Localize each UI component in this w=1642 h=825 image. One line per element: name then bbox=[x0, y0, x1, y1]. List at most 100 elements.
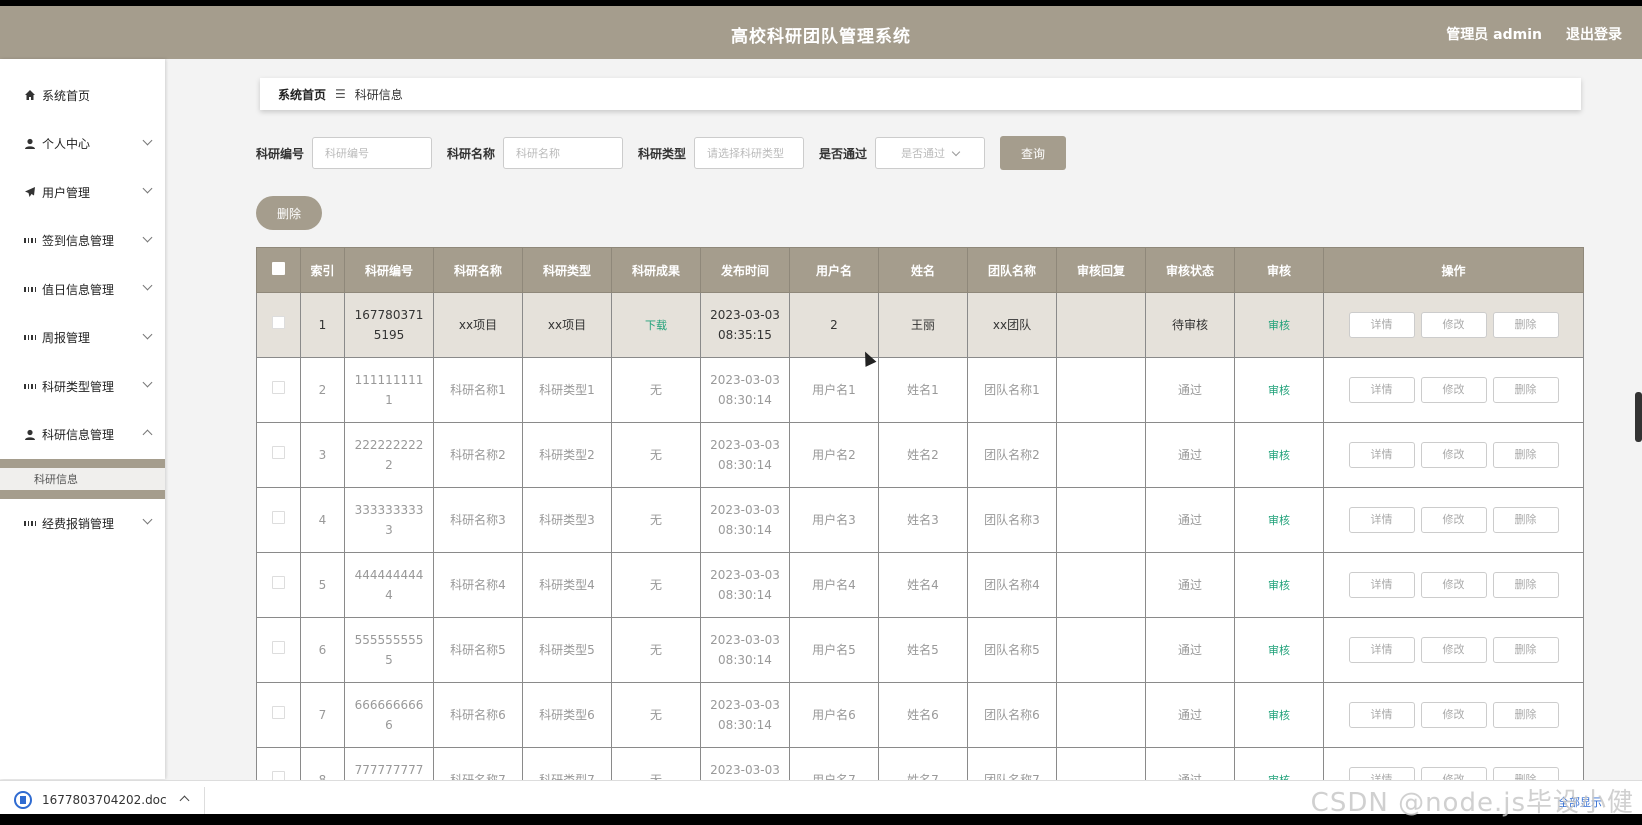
chevron-down-icon bbox=[142, 280, 153, 291]
table-cell: 2 bbox=[300, 357, 345, 423]
table-cell: 2023-03-03 08:30:14 bbox=[700, 487, 790, 553]
table-cell: 团队名称2 bbox=[967, 422, 1057, 488]
edit-button[interactable]: 修改 bbox=[1420, 312, 1487, 338]
cell-text: 通过 bbox=[1177, 513, 1202, 527]
cell-text: 通过 bbox=[1177, 578, 1202, 592]
delete-button[interactable]: 删除 bbox=[1492, 637, 1559, 663]
row-checkbox[interactable] bbox=[272, 446, 285, 459]
sidebar-item-research-type[interactable]: 科研类型管理 bbox=[0, 362, 165, 411]
edit-button[interactable]: 修改 bbox=[1420, 572, 1487, 598]
detail-button[interactable]: 详情 bbox=[1348, 312, 1415, 338]
review-link[interactable]: 审核 bbox=[1268, 579, 1290, 592]
delete-button[interactable]: 删除 bbox=[1492, 377, 1559, 403]
cell-text: 通过 bbox=[1177, 383, 1202, 397]
cell-text: 团队名称2 bbox=[984, 448, 1040, 462]
sidebar-item-expense[interactable]: 经费报销管理 bbox=[0, 499, 165, 548]
document-icon bbox=[14, 791, 32, 809]
detail-button[interactable]: 详情 bbox=[1348, 507, 1415, 533]
chevron-up-icon[interactable] bbox=[179, 795, 190, 806]
delete-button[interactable]: 删除 bbox=[1492, 702, 1559, 728]
operations-cell: 详情修改删除 bbox=[1323, 617, 1584, 683]
sidebar-item-duty[interactable]: 值日信息管理 bbox=[0, 265, 165, 314]
home-icon bbox=[24, 89, 36, 101]
delete-button[interactable]: 删除 bbox=[1492, 312, 1559, 338]
cell-text: 3 bbox=[318, 448, 327, 462]
name-input[interactable] bbox=[514, 145, 613, 161]
cell-text: 科研类型2 bbox=[539, 448, 595, 462]
row-checkbox[interactable] bbox=[272, 511, 285, 524]
download-link[interactable]: 下载 bbox=[645, 319, 667, 332]
sidebar-item-weekly[interactable]: 周报管理 bbox=[0, 314, 165, 363]
table-cell: 姓名6 bbox=[878, 682, 968, 748]
delete-button[interactable]: 删除 bbox=[1492, 507, 1559, 533]
row-checkbox[interactable] bbox=[272, 576, 285, 589]
sidebar-item-profile[interactable]: 个人中心 bbox=[0, 120, 165, 169]
sidebar-item-signin[interactable]: 签到信息管理 bbox=[0, 217, 165, 266]
cell-text: 王丽 bbox=[910, 318, 935, 332]
table-cell: 2023-03-03 08:30:14 bbox=[700, 682, 790, 748]
download-filename[interactable]: 1677803704202.doc bbox=[42, 793, 167, 807]
edit-button[interactable]: 修改 bbox=[1420, 507, 1487, 533]
table-cell: 姓名4 bbox=[878, 552, 968, 618]
breadcrumb-separator-icon: ☰ bbox=[335, 87, 346, 101]
type-select[interactable] bbox=[705, 145, 794, 161]
cell-text: 姓名6 bbox=[907, 708, 939, 722]
review-link[interactable]: 审核 bbox=[1268, 709, 1290, 722]
batch-delete-button[interactable]: 删除 bbox=[256, 196, 322, 230]
table-cell: 审核 bbox=[1234, 552, 1324, 618]
table-cell: 5 bbox=[300, 552, 345, 618]
row-checkbox[interactable] bbox=[272, 641, 285, 654]
sidebar-item-label: 系统首页 bbox=[42, 88, 91, 103]
delete-button[interactable]: 删除 bbox=[1492, 442, 1559, 468]
detail-button[interactable]: 详情 bbox=[1348, 377, 1415, 403]
detail-button[interactable]: 详情 bbox=[1348, 702, 1415, 728]
code-input[interactable] bbox=[323, 145, 422, 161]
detail-button[interactable]: 详情 bbox=[1348, 572, 1415, 598]
row-checkbox[interactable] bbox=[272, 706, 285, 719]
operations-cell: 详情修改删除 bbox=[1323, 682, 1584, 748]
table-cell: 科研名称5 bbox=[433, 617, 523, 683]
table-row: 4 3333333333 科研名称3 科研类型3 无 2023-03-03 08:30:1… bbox=[256, 487, 1584, 553]
edit-button[interactable]: 修改 bbox=[1420, 442, 1487, 468]
row-checkbox[interactable] bbox=[272, 316, 285, 329]
logout-link[interactable]: 退出登录 bbox=[1566, 24, 1622, 44]
type-field-box bbox=[694, 137, 805, 169]
scrollbar-thumb[interactable] bbox=[1635, 392, 1642, 442]
table-cell: 2023-03-03 08:30:14 bbox=[700, 357, 790, 423]
edit-button[interactable]: 修改 bbox=[1420, 377, 1487, 403]
cell-text: 姓名2 bbox=[907, 448, 939, 462]
sidebar-item-home[interactable]: 系统首页 bbox=[0, 71, 165, 120]
breadcrumb-home[interactable]: 系统首页 bbox=[278, 86, 326, 103]
review-link[interactable]: 审核 bbox=[1268, 319, 1290, 332]
edit-button[interactable]: 修改 bbox=[1420, 637, 1487, 663]
column-header: 科研类型 bbox=[522, 247, 612, 293]
sidebar-item-research-info[interactable]: 科研信息管理 bbox=[0, 411, 165, 460]
review-link[interactable]: 审核 bbox=[1268, 449, 1290, 462]
column-header: 科研编号 bbox=[344, 247, 434, 293]
review-link[interactable]: 审核 bbox=[1268, 514, 1290, 527]
user-icon bbox=[24, 429, 36, 441]
review-link[interactable]: 审核 bbox=[1268, 384, 1290, 397]
sidebar-item-users[interactable]: 用户管理 bbox=[0, 168, 165, 217]
query-button[interactable]: 查询 bbox=[1000, 136, 1067, 170]
delete-button[interactable]: 删除 bbox=[1492, 572, 1559, 598]
table-cell: 姓名2 bbox=[878, 422, 968, 488]
row-checkbox[interactable] bbox=[272, 381, 285, 394]
edit-button[interactable]: 修改 bbox=[1420, 702, 1487, 728]
row-select-cell bbox=[256, 292, 301, 358]
paper-plane-icon bbox=[24, 186, 36, 198]
sidebar-subitem-research-info[interactable]: 科研信息 bbox=[0, 468, 165, 490]
table-cell: 通过 bbox=[1145, 552, 1235, 618]
detail-button[interactable]: 详情 bbox=[1348, 637, 1415, 663]
table-cell: 无 bbox=[611, 552, 701, 618]
chevron-down-icon bbox=[142, 232, 153, 242]
detail-button[interactable]: 详情 bbox=[1348, 442, 1415, 468]
cell-text: 团队名称3 bbox=[984, 513, 1040, 527]
table-row: 5 4444444444 科研名称4 科研类型4 无 2023-03-03 08:30:1… bbox=[256, 552, 1584, 618]
pass-select[interactable]: 是否通过 bbox=[875, 137, 986, 169]
sidebar-item-label: 周报管理 bbox=[42, 331, 91, 346]
cell-text: 5555555555 bbox=[354, 633, 424, 667]
review-link[interactable]: 审核 bbox=[1268, 644, 1290, 657]
row-select-cell bbox=[256, 617, 301, 683]
select-all-checkbox[interactable] bbox=[272, 262, 285, 275]
